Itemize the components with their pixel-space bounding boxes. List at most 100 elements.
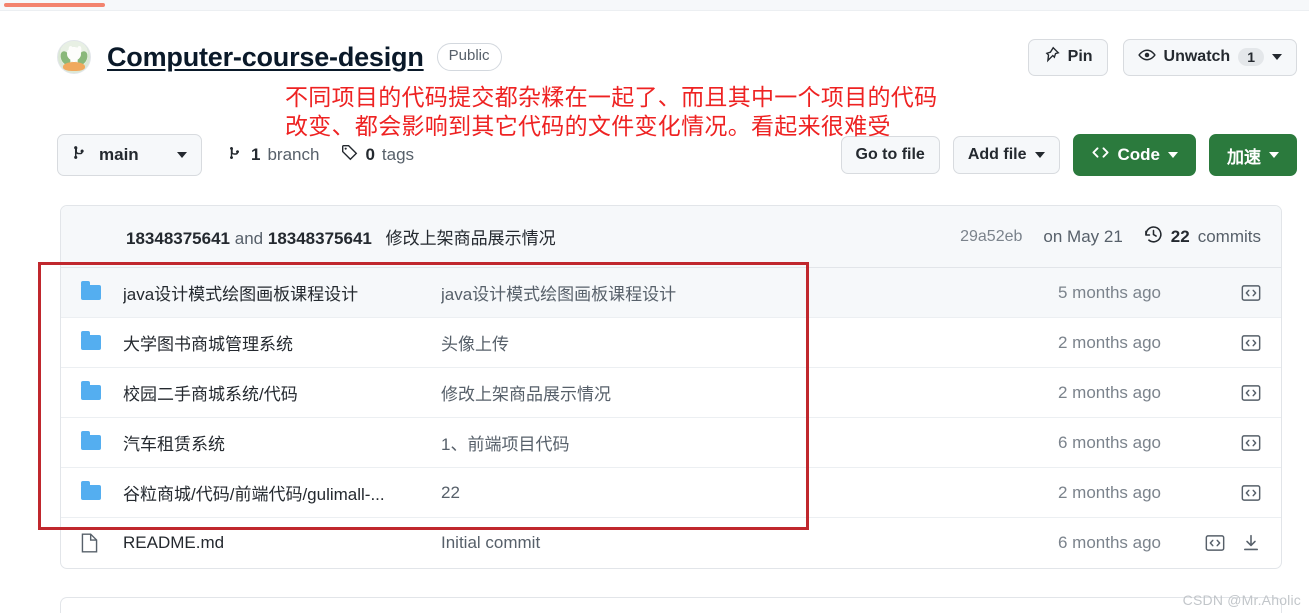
eye-icon — [1137, 46, 1156, 69]
add-file-button[interactable]: Add file — [952, 136, 1060, 174]
file-icon — [81, 533, 98, 553]
row-type-icon-cell — [81, 431, 123, 450]
code-label: Code — [1117, 145, 1161, 164]
folder-icon — [81, 381, 101, 400]
commit-author[interactable]: 18348375641 — [126, 229, 230, 248]
repository-name-link[interactable]: Computer-course-design — [107, 42, 424, 73]
file-commit-message[interactable]: 1、前端项目代码 — [441, 430, 1058, 455]
commit-bar-right: 29a52eb on May 21 22 commits — [960, 225, 1261, 249]
branch-count-link[interactable]: 1 branch — [228, 145, 319, 166]
row-actions — [1179, 383, 1261, 403]
file-commit-message[interactable]: 22 — [441, 483, 1058, 503]
folder-icon — [81, 281, 101, 300]
commits-word: commits — [1197, 226, 1261, 246]
row-actions — [1179, 283, 1261, 303]
row-actions — [1179, 333, 1261, 353]
file-commit-age: 5 months ago — [1057, 282, 1161, 302]
header-actions: Pin Unwatch 1 — [1027, 38, 1297, 76]
file-rows: java设计模式绘图画板课程设计 java设计模式绘图画板课程设计 5 months… — [61, 268, 1281, 568]
row-type-icon-cell — [81, 533, 123, 553]
folder-icon — [81, 431, 101, 450]
commit-count-value: 22 — [1170, 226, 1190, 246]
watch-count: 1 — [1238, 48, 1264, 66]
branch-chevron-down-icon[interactable] — [177, 152, 187, 158]
annotation-line-1: 不同项目的代码提交都杂糅在一起了、而且其中一个项目的代码 — [285, 85, 938, 111]
owner-avatar-icon[interactable] — [57, 40, 91, 74]
row-type-icon-cell — [81, 281, 123, 300]
file-name-link[interactable]: 校园二手商城系统/代码 — [123, 380, 441, 405]
avatar-bunny-head — [67, 47, 81, 61]
code-view-icon[interactable] — [1241, 433, 1261, 453]
code-button[interactable]: Code — [1072, 134, 1196, 176]
commit-and-word: and — [234, 229, 264, 248]
readme-panel-top-edge — [60, 597, 1282, 613]
avatar-carrot — [63, 62, 85, 71]
commit-message[interactable]: 修改上架商品展示情况 — [386, 229, 556, 248]
table-row[interactable]: 汽车租赁系统 1、前端项目代码 6 months ago — [61, 418, 1281, 468]
row-actions — [1179, 483, 1261, 503]
branch-count-word: branch — [267, 145, 320, 164]
file-listing-panel: 18348375641 and 18348375641 修改上架商品展示情况 2… — [60, 205, 1282, 569]
file-commit-age: 2 months ago — [1057, 332, 1161, 352]
add-file-chevron-down-icon[interactable] — [1034, 152, 1045, 158]
go-to-file-label: Go to file — [855, 146, 925, 163]
code-view-icon[interactable] — [1241, 383, 1261, 403]
table-row[interactable]: README.md Initial commit 6 months ago — [61, 518, 1281, 568]
branch-selector-button[interactable]: main — [57, 134, 202, 176]
table-row[interactable]: 校园二手商城系统/代码 修改上架商品展示情况 2 months ago — [61, 368, 1281, 418]
table-row[interactable]: java设计模式绘图画板课程设计 java设计模式绘图画板课程设计 5 months… — [61, 268, 1281, 318]
file-commit-message[interactable]: Initial commit — [441, 533, 1058, 553]
go-to-file-button[interactable]: Go to file — [840, 136, 940, 174]
pin-label: Pin — [1067, 48, 1093, 65]
add-file-label: Add file — [967, 146, 1027, 163]
code-chevron-down-icon[interactable] — [1168, 152, 1178, 158]
file-commit-message[interactable]: 修改上架商品展示情况 — [441, 380, 1058, 405]
chevron-down-icon[interactable] — [1272, 54, 1282, 60]
repository-toolbar: main 1 branch 0 tags Go to file Add file… — [57, 132, 1297, 178]
history-clock-icon — [1144, 225, 1163, 249]
file-commit-age: 6 months ago — [1057, 432, 1161, 452]
table-row[interactable]: 谷粒商城/代码/前端代码/gulimall-... 22 2 months ago — [61, 468, 1281, 518]
file-name-link[interactable]: java设计模式绘图画板课程设计 — [123, 280, 441, 305]
tag-count-link[interactable]: 0 tags — [341, 144, 414, 166]
file-commit-age: 2 months ago — [1057, 482, 1161, 502]
download-icon[interactable] — [1241, 533, 1261, 553]
page-loading-bar — [0, 0, 1309, 11]
row-type-icon-cell — [81, 331, 123, 350]
file-commit-message[interactable]: 头像上传 — [441, 330, 1058, 355]
file-commit-age: 6 months ago — [1057, 533, 1161, 552]
file-name-link[interactable]: 大学图书商城管理系统 — [123, 330, 441, 355]
row-type-icon-cell — [81, 381, 123, 400]
file-name-link[interactable]: 汽车租赁系统 — [123, 430, 441, 455]
table-row[interactable]: 大学图书商城管理系统 头像上传 2 months ago — [61, 318, 1281, 368]
unwatch-button[interactable]: Unwatch 1 — [1122, 38, 1297, 76]
code-view-icon[interactable] — [1241, 283, 1261, 303]
commit-sha[interactable]: 29a52eb — [960, 228, 1022, 246]
branch-icon — [72, 144, 89, 166]
accelerate-button[interactable]: 加速 — [1209, 134, 1297, 176]
csdn-watermark: CSDN @Mr.Aholic — [1182, 592, 1301, 608]
file-name-link[interactable]: README.md — [123, 533, 441, 553]
code-view-icon[interactable] — [1205, 533, 1225, 553]
visibility-badge: Public — [436, 43, 502, 71]
code-view-icon[interactable] — [1241, 333, 1261, 353]
tag-count-word: tags — [381, 145, 415, 164]
commit-authors: 18348375641 and 18348375641 修改上架商品展示情况 — [126, 224, 556, 249]
commit-coauthor[interactable]: 18348375641 — [268, 229, 372, 248]
branch-name-label: main — [99, 145, 139, 164]
code-view-icon[interactable] — [1241, 483, 1261, 503]
row-actions — [1179, 533, 1261, 553]
commit-history-link[interactable]: 22 commits — [1144, 225, 1261, 249]
branch-count-value: 1 — [251, 145, 261, 164]
pin-button[interactable]: Pin — [1027, 38, 1108, 76]
row-actions — [1179, 433, 1261, 453]
file-commit-message[interactable]: java设计模式绘图画板课程设计 — [441, 280, 1058, 305]
branch-small-icon — [228, 145, 244, 166]
folder-icon — [81, 481, 101, 500]
repository-header: Computer-course-design Public Pin Unwatc… — [57, 34, 1297, 80]
file-name-link[interactable]: 谷粒商城/代码/前端代码/gulimall-... — [123, 480, 441, 505]
repository-metas: 1 branch 0 tags — [228, 144, 414, 166]
latest-commit-bar: 18348375641 and 18348375641 修改上架商品展示情况 2… — [61, 206, 1281, 268]
commit-date: on May 21 — [1043, 226, 1123, 246]
accelerate-chevron-down-icon[interactable] — [1269, 152, 1279, 158]
